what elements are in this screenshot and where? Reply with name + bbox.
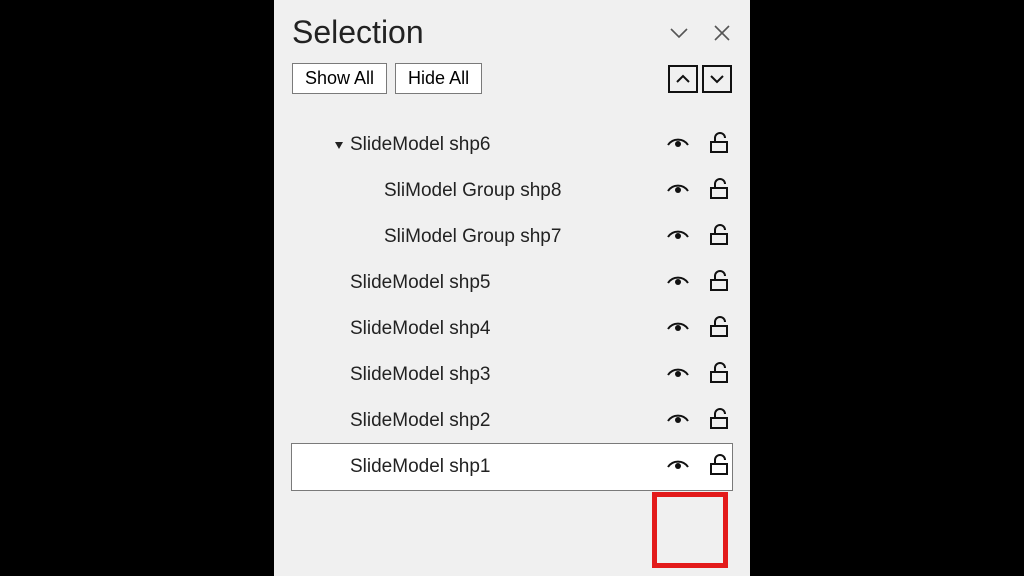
- move-down-button[interactable]: [702, 65, 732, 93]
- lock-toggle-icon[interactable]: [708, 130, 730, 160]
- visibility-toggle-icon[interactable]: [666, 316, 690, 342]
- tree-item-label: SliModel Group shp8: [384, 180, 666, 202]
- tree-item[interactable]: SlideModel shp4: [292, 306, 732, 352]
- lock-toggle-icon[interactable]: [708, 360, 730, 390]
- tree-item[interactable]: SlideModel shp1: [292, 444, 732, 490]
- lock-toggle-icon[interactable]: [708, 314, 730, 344]
- tree-item[interactable]: SliModel Group shp7: [292, 214, 732, 260]
- tree-item-label: SlideModel shp1: [350, 456, 666, 478]
- visibility-toggle-icon[interactable]: [666, 132, 690, 158]
- selection-panel: Selection Show All Hide All SlideModel s…: [274, 0, 750, 576]
- tree-item-controls: [666, 452, 732, 482]
- hide-all-button[interactable]: Hide All: [395, 63, 482, 94]
- tree-item-controls: [666, 222, 732, 252]
- lock-toggle-icon[interactable]: [708, 406, 730, 436]
- tree-item[interactable]: SliModel Group shp8: [292, 168, 732, 214]
- tree-item-label: SlideModel shp3: [350, 364, 666, 386]
- tree-item-label: SlideModel shp6: [350, 134, 666, 156]
- tree-item-label: SlideModel shp5: [350, 272, 666, 294]
- move-up-button[interactable]: [668, 65, 698, 93]
- close-panel-icon[interactable]: [712, 23, 732, 43]
- lock-toggle-icon[interactable]: [708, 176, 730, 206]
- toolbar: Show All Hide All: [292, 63, 732, 94]
- tree-item-controls: [666, 268, 732, 298]
- lock-toggle-icon[interactable]: [708, 452, 730, 482]
- visibility-toggle-icon[interactable]: [666, 178, 690, 204]
- tree-item[interactable]: SlideModel shp2: [292, 398, 732, 444]
- visibility-toggle-icon[interactable]: [666, 362, 690, 388]
- tree-item-controls: [666, 360, 732, 390]
- visibility-toggle-icon[interactable]: [666, 270, 690, 296]
- panel-title: Selection: [292, 14, 424, 51]
- tree-item-label: SlideModel shp4: [350, 318, 666, 340]
- tree-item-controls: [666, 406, 732, 436]
- collapse-panel-icon[interactable]: [668, 22, 690, 44]
- tree-item[interactable]: SlideModel shp5: [292, 260, 732, 306]
- lock-toggle-icon[interactable]: [708, 222, 730, 252]
- tree-item[interactable]: SlideModel shp3: [292, 352, 732, 398]
- panel-header: Selection: [292, 14, 732, 51]
- tree-item-controls: [666, 130, 732, 160]
- visibility-toggle-icon[interactable]: [666, 408, 690, 434]
- visibility-toggle-icon[interactable]: [666, 454, 690, 480]
- panel-header-controls: [668, 22, 732, 44]
- tree-item-controls: [666, 176, 732, 206]
- collapse-icon[interactable]: [330, 139, 348, 151]
- selection-tree: SlideModel shp6 SliModel Group shp8 SliMod…: [292, 122, 732, 490]
- lock-toggle-icon[interactable]: [708, 268, 730, 298]
- tree-item-label: SlideModel shp2: [350, 410, 666, 432]
- tree-item-label: SliModel Group shp7: [384, 226, 666, 248]
- tree-item-controls: [666, 314, 732, 344]
- show-all-button[interactable]: Show All: [292, 63, 387, 94]
- visibility-toggle-icon[interactable]: [666, 224, 690, 250]
- tree-item[interactable]: SlideModel shp6: [292, 122, 732, 168]
